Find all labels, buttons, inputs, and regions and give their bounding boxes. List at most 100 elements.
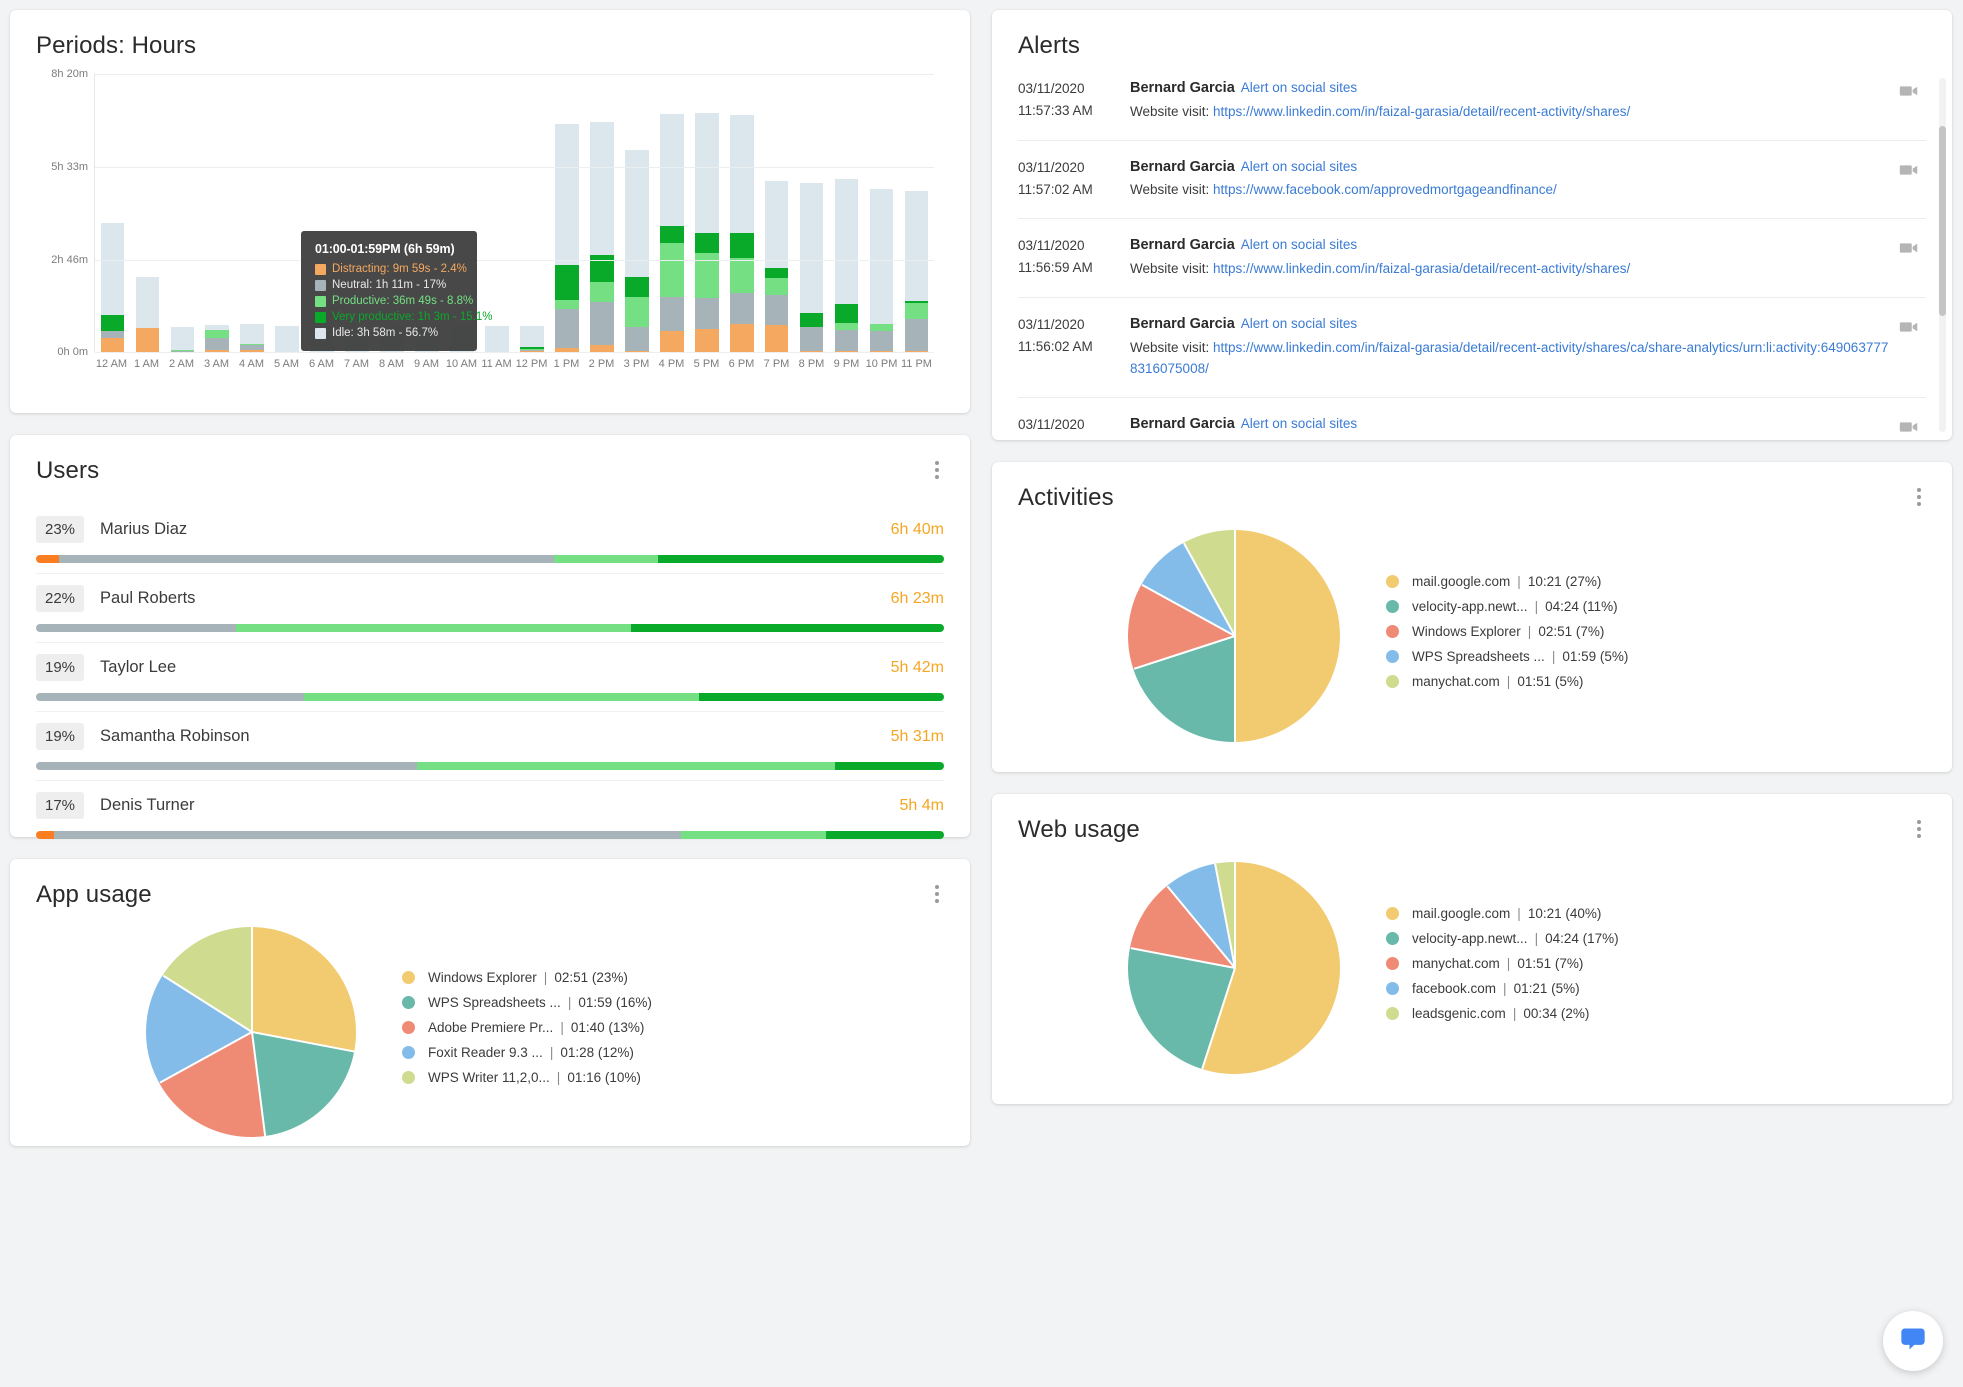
user-row[interactable]: 22% Paul Roberts 6h 23m xyxy=(36,573,944,632)
bar-slot[interactable] xyxy=(95,74,130,352)
user-productivity-bar[interactable] xyxy=(36,693,944,701)
stacked-bar[interactable] xyxy=(170,326,195,352)
stacked-bar[interactable] xyxy=(694,113,719,352)
bar-slot[interactable] xyxy=(130,74,165,352)
user-row[interactable]: 23% Marius Diaz 6h 40m xyxy=(36,505,944,563)
activities-menu-button[interactable] xyxy=(1908,484,1930,510)
bar-slot[interactable] xyxy=(654,74,689,352)
alert-tag-link[interactable]: Alert on social sites xyxy=(1241,416,1357,431)
alert-url-link[interactable]: https://www.facebook.com/approvedmortgag… xyxy=(1213,182,1557,197)
bar-slot[interactable] xyxy=(619,74,654,352)
bar-slot[interactable] xyxy=(864,74,899,352)
legend-item[interactable]: Adobe Premiere Pr... | 01:40 (13%) xyxy=(402,1020,652,1035)
alert-tag-link[interactable]: Alert on social sites xyxy=(1241,80,1357,95)
legend-item[interactable]: velocity-app.newt... | 04:24 (11%) xyxy=(1386,599,1628,614)
bar-slot[interactable] xyxy=(584,74,619,352)
stacked-bar[interactable] xyxy=(904,190,929,352)
app-usage-card: App usage Windows Explorer | 02:51 (23%)… xyxy=(10,859,970,1146)
alert-video-button[interactable] xyxy=(1892,78,1926,123)
legend-item[interactable]: mail.google.com | 10:21 (40%) xyxy=(1386,906,1619,921)
alerts-scrollbar-thumb[interactable] xyxy=(1939,126,1946,316)
stacked-bar[interactable] xyxy=(275,326,300,352)
alert-video-button[interactable] xyxy=(1892,414,1926,436)
alert-url-link[interactable]: https://www.linkedin.com/in/faizal-garas… xyxy=(1213,261,1630,276)
web-usage-pie[interactable] xyxy=(1128,862,1340,1074)
user-productivity-bar[interactable] xyxy=(36,762,944,770)
pie-slice-divider xyxy=(1234,530,1236,636)
users-menu-button[interactable] xyxy=(926,457,948,483)
bar-slot[interactable] xyxy=(200,74,235,352)
alert-video-button[interactable] xyxy=(1892,235,1926,280)
alert-row[interactable]: 03/11/2020 11:56:02 AM Bernard Garcia Ale… xyxy=(1018,297,1926,397)
stacked-bar[interactable] xyxy=(834,179,859,352)
stacked-bar[interactable] xyxy=(554,123,579,352)
alert-url-link[interactable]: https://www.linkedin.com/in/faizal-garas… xyxy=(1130,340,1888,376)
user-productivity-bar[interactable] xyxy=(36,555,944,563)
legend-item[interactable]: Windows Explorer | 02:51 (7%) xyxy=(1386,624,1628,639)
stacked-bar[interactable] xyxy=(205,324,230,352)
bar-slot[interactable] xyxy=(759,74,794,352)
legend-item[interactable]: WPS Spreadsheets ... | 01:59 (5%) xyxy=(1386,649,1628,664)
x-axis-tick-label: 2 AM xyxy=(168,358,195,370)
bar-slot[interactable] xyxy=(724,74,759,352)
bar-slot[interactable] xyxy=(829,74,864,352)
bar-slot[interactable] xyxy=(270,74,305,352)
alert-row[interactable]: 03/11/2020 11:57:33 AM Bernard Garcia Ale… xyxy=(1018,74,1926,140)
stacked-bar[interactable] xyxy=(799,183,824,352)
bar-slot[interactable] xyxy=(689,74,724,352)
bar-slot[interactable] xyxy=(514,74,549,352)
alert-row[interactable]: 03/11/2020 11:53:31 AM Bernard Garcia Ale… xyxy=(1018,396,1926,436)
legend-value: 01:16 (10%) xyxy=(567,1069,641,1085)
bar-slot[interactable] xyxy=(165,74,200,352)
stacked-bar[interactable] xyxy=(485,326,509,352)
user-productivity-bar[interactable] xyxy=(36,831,944,839)
stacked-bar[interactable] xyxy=(869,188,894,352)
alerts-list[interactable]: 03/11/2020 11:57:33 AM Bernard Garcia Ale… xyxy=(992,74,1952,436)
legend-item[interactable]: WPS Writer 11,2,0... | 01:16 (10%) xyxy=(402,1070,652,1085)
legend-item[interactable]: WPS Spreadsheets ... | 01:59 (16%) xyxy=(402,995,652,1010)
chat-button[interactable] xyxy=(1883,1311,1943,1371)
stacked-bar[interactable] xyxy=(240,323,265,352)
app-usage-menu-button[interactable] xyxy=(926,881,948,907)
stacked-bar[interactable] xyxy=(764,180,789,352)
legend-item[interactable]: Windows Explorer | 02:51 (23%) xyxy=(402,970,652,985)
activities-pie[interactable] xyxy=(1128,530,1340,742)
legend-value: 10:21 (27%) xyxy=(1527,573,1602,589)
legend-separator: | xyxy=(1551,648,1556,664)
alert-tag-link[interactable]: Alert on social sites xyxy=(1241,159,1357,174)
user-row[interactable]: 19% Taylor Lee 5h 42m xyxy=(36,642,944,701)
legend-item[interactable]: Foxit Reader 9.3 ... | 01:28 (12%) xyxy=(402,1045,652,1060)
alert-url-link[interactable]: https://www.linkedin.com/in/faizal-garas… xyxy=(1213,104,1630,119)
user-row[interactable]: 17% Denis Turner 5h 4m xyxy=(36,780,944,839)
legend-color-dot-icon xyxy=(1386,981,1399,995)
alert-video-button[interactable] xyxy=(1892,157,1926,202)
stacked-bar[interactable] xyxy=(520,325,544,352)
app-usage-pie[interactable] xyxy=(146,927,356,1137)
web-usage-menu-button[interactable] xyxy=(1908,816,1930,842)
legend-item[interactable]: leadsgenic.com | 00:34 (2%) xyxy=(1386,1006,1619,1021)
user-header: 23% Marius Diaz 6h 40m xyxy=(36,516,944,543)
stacked-bar[interactable] xyxy=(135,276,160,352)
bar-slot[interactable] xyxy=(794,74,829,352)
bar-slot[interactable] xyxy=(549,74,584,352)
legend-item[interactable]: mail.google.com | 10:21 (27%) xyxy=(1386,574,1628,589)
legend-item[interactable]: manychat.com | 01:51 (5%) xyxy=(1386,674,1628,689)
bar-slot[interactable] xyxy=(235,74,270,352)
stacked-bar[interactable] xyxy=(100,222,125,352)
user-productivity-bar[interactable] xyxy=(36,624,944,632)
alert-tag-link[interactable]: Alert on social sites xyxy=(1241,237,1357,252)
x-axis-tick-label: 11 PM xyxy=(901,358,932,370)
alert-video-button[interactable] xyxy=(1892,314,1926,380)
legend-item[interactable]: facebook.com | 01:21 (5%) xyxy=(1386,981,1619,996)
alert-tag-link[interactable]: Alert on social sites xyxy=(1241,316,1357,331)
stacked-bar[interactable] xyxy=(729,114,754,352)
stacked-bar[interactable] xyxy=(624,150,649,352)
legend-item[interactable]: manychat.com | 01:51 (7%) xyxy=(1386,956,1619,971)
stacked-bar[interactable] xyxy=(589,121,614,352)
stacked-bar[interactable] xyxy=(659,113,684,352)
legend-item[interactable]: velocity-app.newt... | 04:24 (17%) xyxy=(1386,931,1619,946)
alert-row[interactable]: 03/11/2020 11:56:59 AM Bernard Garcia Ale… xyxy=(1018,218,1926,297)
user-row[interactable]: 19% Samantha Robinson 5h 31m xyxy=(36,711,944,770)
alert-row[interactable]: 03/11/2020 11:57:02 AM Bernard Garcia Ale… xyxy=(1018,139,1926,219)
bar-slot[interactable] xyxy=(899,74,934,352)
